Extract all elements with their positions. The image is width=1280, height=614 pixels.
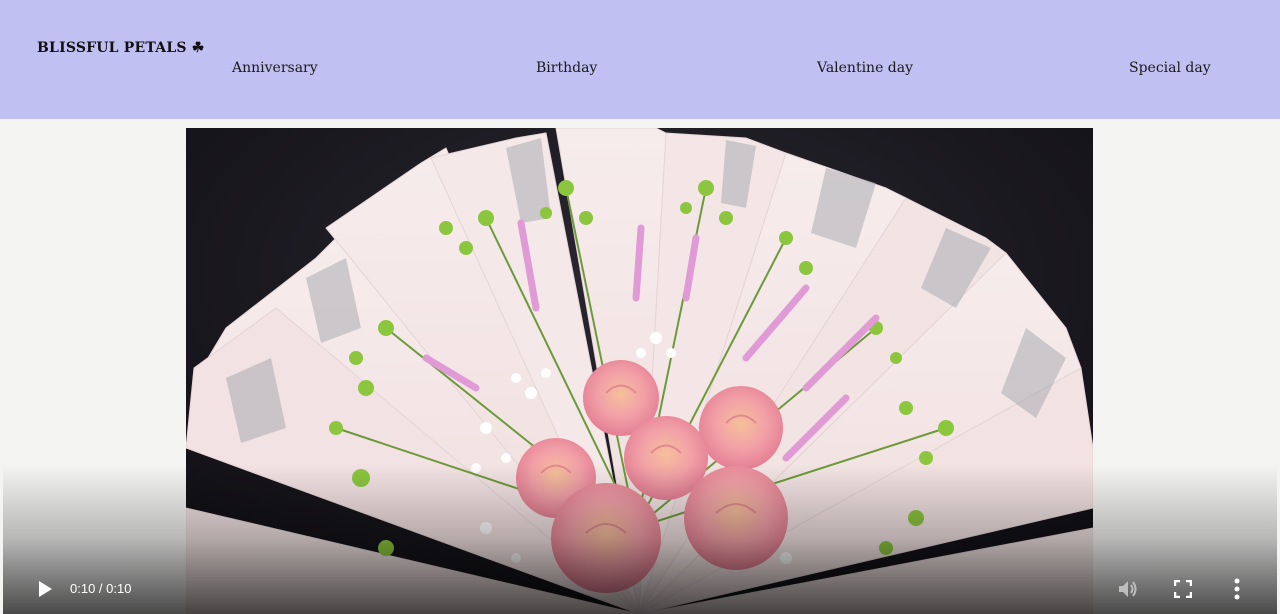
nav-link-anniversary[interactable]: Anniversary <box>232 60 318 76</box>
current-time: 0:10 <box>70 581 96 596</box>
video-player[interactable]: 0:10 / 0:10 <box>3 128 1277 614</box>
navbar: BLISSFUL PETALS ☘ Anniversary Birthday V… <box>0 0 1280 119</box>
time-separator: / <box>95 581 107 596</box>
volume-icon[interactable] <box>1117 579 1139 599</box>
duration: 0:10 <box>106 581 132 596</box>
nav-link-valentine-day[interactable]: Valentine day <box>817 60 913 76</box>
nav-link-special-day[interactable]: Special day <box>1129 60 1211 76</box>
nav-link-birthday[interactable]: Birthday <box>536 60 597 76</box>
time-display: 0:10 / 0:10 <box>70 581 131 596</box>
brand-logo[interactable]: BLISSFUL PETALS ☘ <box>37 40 205 56</box>
fullscreen-icon[interactable] <box>1173 579 1193 599</box>
play-icon[interactable] <box>37 580 53 598</box>
video-controls: 0:10 / 0:10 <box>3 566 1277 614</box>
more-options-icon[interactable] <box>1233 578 1241 600</box>
